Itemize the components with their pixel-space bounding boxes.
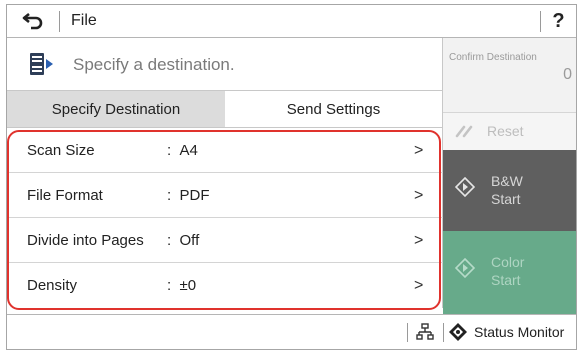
setting-label: Divide into Pages xyxy=(27,232,144,249)
destination-placeholder: Specify a destination. xyxy=(73,55,235,74)
setting-row-divide-into-pages[interactable]: Divide into Pages : Off > xyxy=(7,218,443,263)
setting-row-file-format[interactable]: File Format : PDF > xyxy=(7,173,443,218)
setting-row-scan-size[interactable]: Scan Size : A4 > xyxy=(7,128,443,173)
color-start-button[interactable]: Color Start xyxy=(443,231,576,314)
tab-send-settings[interactable]: Send Settings xyxy=(225,91,443,128)
back-button[interactable] xyxy=(7,5,59,37)
setting-value: : A4 xyxy=(167,142,198,159)
setting-value: : Off xyxy=(167,232,200,249)
setting-value: : ±0 xyxy=(167,277,197,294)
title-bar: File ? xyxy=(7,5,576,38)
screen: File ? Specify a destination. Specify De… xyxy=(6,4,577,350)
status-monitor-icon xyxy=(449,323,467,341)
bw-start-label: B&W Start xyxy=(491,173,523,207)
confirm-destination-button[interactable]: Confirm Destination 0 xyxy=(443,38,576,113)
chevron-right-icon: > xyxy=(414,187,424,204)
divider xyxy=(443,323,444,342)
chevron-right-icon: > xyxy=(414,277,424,294)
bw-start-button[interactable]: B&W Start xyxy=(443,150,576,231)
back-arrow-icon xyxy=(22,12,43,30)
status-monitor-label: Status Monitor xyxy=(474,324,565,340)
reset-label: Reset xyxy=(487,123,524,139)
settings-list: Scan Size : A4 > File Format : PDF > Div… xyxy=(7,128,443,308)
setting-label: Density xyxy=(27,277,78,294)
chevron-right-icon: > xyxy=(414,142,424,159)
start-diamond-icon xyxy=(455,177,475,197)
divider xyxy=(59,11,60,32)
setting-row-density[interactable]: Density : ±0 > xyxy=(7,263,443,308)
status-monitor-button[interactable]: Status Monitor xyxy=(448,315,564,349)
help-button[interactable]: ? xyxy=(541,5,576,37)
status-bar: Status Monitor xyxy=(7,314,576,349)
tab-specify-destination[interactable]: Specify Destination xyxy=(7,91,225,128)
destination-count: 0 xyxy=(563,66,572,83)
reset-button[interactable]: Reset xyxy=(443,113,576,150)
divider xyxy=(407,323,408,342)
page-title: File xyxy=(71,12,97,29)
destination-field[interactable]: Specify a destination. xyxy=(7,38,443,91)
chevron-right-icon: > xyxy=(414,232,424,249)
setting-label: Scan Size xyxy=(27,142,95,159)
reset-icon xyxy=(455,125,473,138)
setting-label: File Format xyxy=(27,187,103,204)
setting-value: : PDF xyxy=(167,187,210,204)
network-icon[interactable] xyxy=(416,323,434,341)
start-diamond-icon xyxy=(455,258,475,278)
destination-icon xyxy=(30,53,53,75)
color-start-label: Color Start xyxy=(491,254,525,288)
confirm-destination-label: Confirm Destination xyxy=(449,52,537,63)
